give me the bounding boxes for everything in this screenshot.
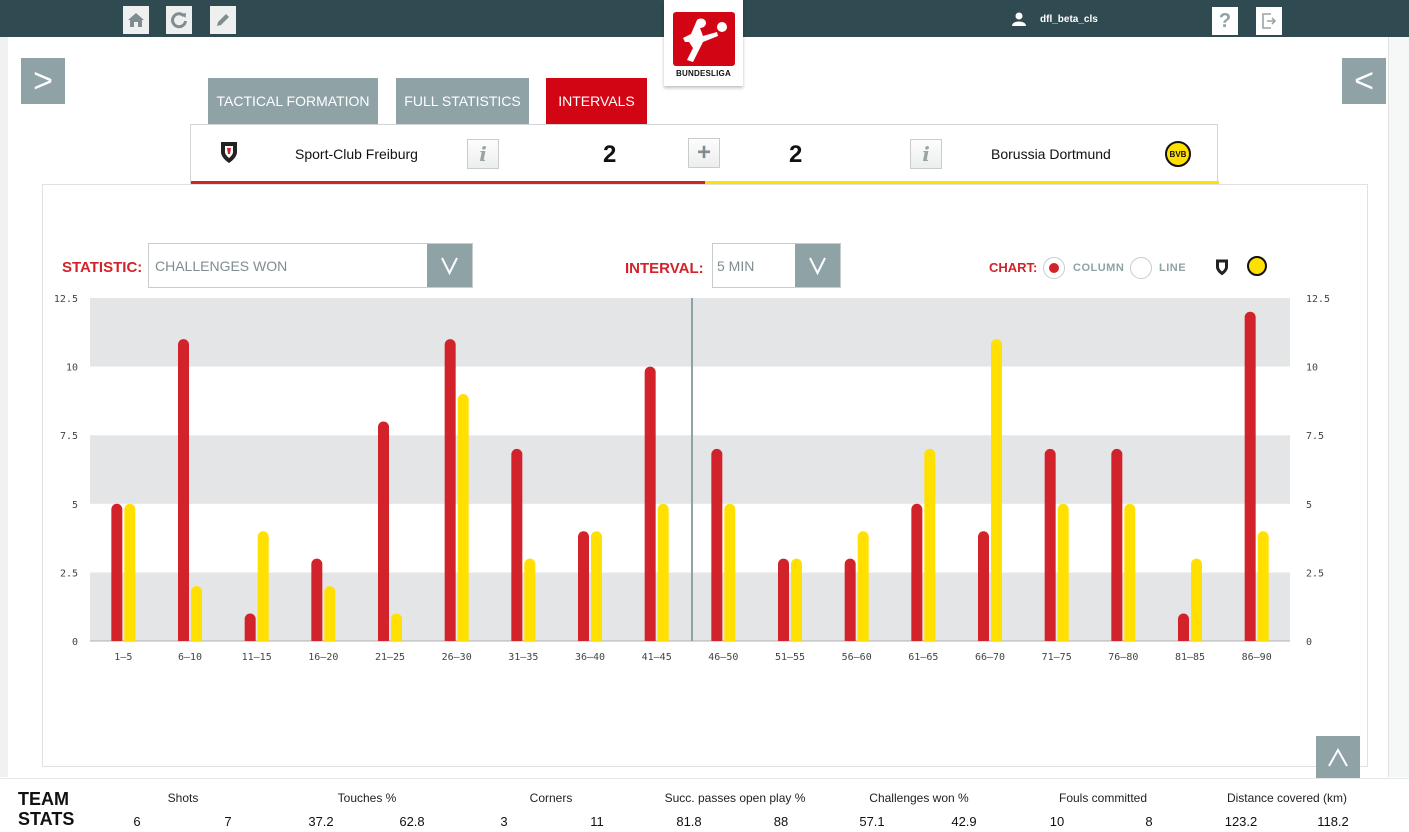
y-tick-label-left: 10 xyxy=(66,363,78,374)
chart-grid-band xyxy=(90,298,1290,367)
home-bar xyxy=(111,503,123,641)
home-bar xyxy=(978,531,989,641)
away-bar xyxy=(857,531,869,641)
x-tick-label: 56–60 xyxy=(842,652,872,663)
team-stat-home-value: 37.2 xyxy=(298,814,344,832)
home-bar xyxy=(178,339,189,641)
x-tick-label: 36–40 xyxy=(575,652,605,663)
x-tick-label: 11–15 xyxy=(242,652,272,663)
team-stat-away-value: 42.9 xyxy=(941,814,987,832)
away-bar xyxy=(991,339,1002,641)
away-bar xyxy=(457,394,469,641)
away-bar xyxy=(791,558,802,641)
x-tick-label: 41–45 xyxy=(642,652,672,663)
away-bar xyxy=(191,586,202,641)
team-stat-away-value: 62.8 xyxy=(389,814,435,832)
x-tick-label: 16–20 xyxy=(308,652,338,663)
home-bar xyxy=(1178,613,1189,641)
y-tick-label-right: 5 xyxy=(1306,500,1312,511)
x-tick-label: 81–85 xyxy=(1175,652,1205,663)
away-bar xyxy=(1191,558,1202,641)
away-bar xyxy=(1124,503,1136,641)
team-stat-name: Succ. passes open play % xyxy=(664,791,806,805)
home-bar xyxy=(644,366,656,641)
home-bar xyxy=(1044,448,1056,641)
y-tick-label-left: 12.5 xyxy=(54,294,78,305)
team-stats-title: TEAM STATS xyxy=(18,789,74,829)
x-tick-label: 61–65 xyxy=(908,652,938,663)
x-tick-label: 86–90 xyxy=(1242,652,1272,663)
away-bar xyxy=(124,503,136,641)
team-stat-name: Distance covered (km) xyxy=(1226,791,1348,805)
team-stats-title-line2: STATS xyxy=(18,809,75,829)
team-stat-away-value: 11 xyxy=(574,814,620,832)
team-stat-away-value: 8 xyxy=(1126,814,1172,832)
home-bar xyxy=(311,558,323,641)
y-tick-label-left: 2.5 xyxy=(60,568,78,579)
challenges-won-chart: 0 0 2.5 2.5 5 5 7.5 7.5 10 10 12.5 12.5 1–5 6–10 11–15… xyxy=(54,294,1330,663)
home-bar xyxy=(511,448,523,641)
home-bar xyxy=(244,613,256,641)
y-tick-label-right: 0 xyxy=(1306,637,1312,648)
away-bar xyxy=(1257,531,1269,641)
home-bar xyxy=(911,503,923,641)
y-tick-label-left: 7.5 xyxy=(60,431,78,442)
x-tick-label: 1–5 xyxy=(114,652,132,663)
team-stat-away-value: 88 xyxy=(758,814,804,832)
away-bar xyxy=(724,503,736,641)
home-bar xyxy=(711,448,723,641)
y-tick-label-right: 10 xyxy=(1306,363,1318,374)
team-stat-away-value: 118.2 xyxy=(1310,814,1356,832)
team-stat-home-value: 81.8 xyxy=(666,814,712,832)
away-bar xyxy=(257,531,269,641)
away-bar xyxy=(924,448,936,641)
x-tick-label: 21–25 xyxy=(375,652,405,663)
team-stat-home-value: 123.2 xyxy=(1218,814,1264,832)
chart-grid-band xyxy=(90,503,1290,573)
team-stat-name: Shots xyxy=(167,791,199,805)
team-stat-name: Challenges won % xyxy=(869,791,969,805)
home-bar xyxy=(378,421,389,641)
x-tick-label: 76–80 xyxy=(1108,652,1138,663)
y-tick-label-left: 0 xyxy=(72,637,78,648)
team-stat-home-value: 3 xyxy=(481,814,527,832)
team-stats-title-line1: TEAM xyxy=(18,789,69,809)
x-tick-label: 31–35 xyxy=(508,652,538,663)
x-tick-label: 26–30 xyxy=(442,652,472,663)
team-stat-home-value: 57.1 xyxy=(849,814,895,832)
team-stat-away-value: 7 xyxy=(205,814,251,832)
team-stat-home-value: 10 xyxy=(1034,814,1080,832)
team-stat-home-value: 6 xyxy=(114,814,160,832)
away-bar xyxy=(657,503,669,641)
team-stat-name: Fouls committed xyxy=(1058,791,1148,805)
home-bar xyxy=(444,339,456,641)
x-tick-label: 6–10 xyxy=(178,652,202,663)
chart-grid-band xyxy=(90,572,1290,641)
home-bar xyxy=(578,531,589,641)
y-tick-label-right: 7.5 xyxy=(1306,431,1324,442)
home-bar xyxy=(778,558,789,641)
x-tick-label: 71–75 xyxy=(1042,652,1072,663)
team-stat-name: Corners xyxy=(529,791,573,805)
away-bar xyxy=(324,586,336,641)
team-stats-bar: TEAM STATS Shots 6 7 Touches % 37.2 62.8 Corne… xyxy=(0,778,1409,832)
chevron-up-icon xyxy=(1328,747,1348,767)
x-tick-label: 66–70 xyxy=(975,652,1005,663)
x-tick-label: 51–55 xyxy=(775,652,805,663)
y-tick-label-left: 5 xyxy=(72,500,78,511)
scroll-up-button[interactable] xyxy=(1316,736,1360,780)
x-tick-label: 46–50 xyxy=(708,652,738,663)
home-bar xyxy=(844,558,856,641)
away-bar xyxy=(524,558,536,641)
away-bar xyxy=(391,613,402,641)
chart-grid-band xyxy=(90,366,1290,436)
home-bar xyxy=(1244,311,1256,641)
y-tick-label-right: 12.5 xyxy=(1306,294,1330,305)
chart-grid-band xyxy=(90,435,1290,504)
away-bar xyxy=(1057,503,1069,641)
away-bar xyxy=(591,531,602,641)
y-tick-label-right: 2.5 xyxy=(1306,568,1324,579)
home-bar xyxy=(1111,448,1123,641)
team-stat-name: Touches % xyxy=(337,791,397,805)
